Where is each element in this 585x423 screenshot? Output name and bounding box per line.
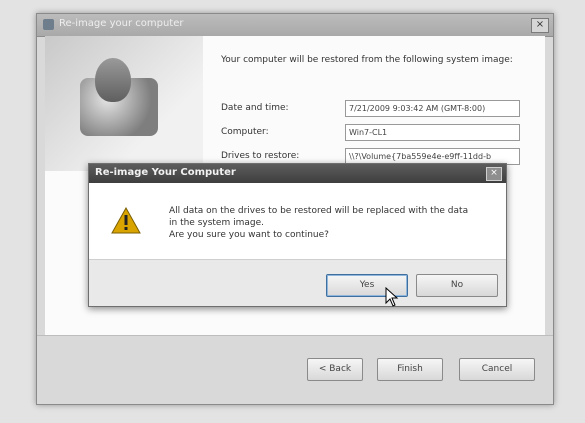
- mouse-pointer-icon: [385, 287, 399, 307]
- confirm-dialog-title: Re-image Your Computer: [95, 167, 236, 178]
- wizard-title-bar[interactable]: Re-image your computer ×: [37, 14, 553, 37]
- finish-button[interactable]: Finish: [377, 358, 443, 381]
- wizard-title: Re-image your computer: [59, 18, 184, 29]
- confirm-message-line: All data on the drives to be restored wi…: [169, 206, 469, 216]
- back-button[interactable]: < Back: [307, 358, 363, 381]
- confirm-message-line: Are you sure you want to continue?: [169, 230, 329, 240]
- confirm-dialog-footer: Yes No: [89, 259, 506, 306]
- confirm-dialog-title-bar[interactable]: Re-image Your Computer ×: [89, 164, 506, 183]
- cancel-button[interactable]: Cancel: [459, 358, 535, 381]
- dialog-close-button[interactable]: ×: [486, 167, 502, 181]
- window-app-icon: [43, 19, 54, 30]
- date-time-field: 7/21/2009 9:03:42 AM (GMT-8:00): [345, 100, 520, 117]
- no-button[interactable]: No: [416, 274, 498, 297]
- restore-art-icon: [45, 36, 203, 171]
- date-time-label: Date and time:: [221, 103, 289, 113]
- wizard-footer: < Back Finish Cancel: [37, 335, 553, 404]
- confirm-dialog: Re-image Your Computer × All data on the…: [88, 163, 507, 307]
- computer-field: Win7-CL1: [345, 124, 520, 141]
- restore-art-figure: [95, 58, 131, 102]
- warning-icon: [111, 207, 141, 234]
- confirm-message-line: in the system image.: [169, 218, 264, 228]
- confirm-message: All data on the drives to be restored wi…: [169, 205, 489, 241]
- wizard-close-button[interactable]: ×: [531, 18, 549, 33]
- restore-intro-text: Your computer will be restored from the …: [221, 55, 513, 65]
- drives-to-restore-label: Drives to restore:: [221, 151, 300, 161]
- computer-label: Computer:: [221, 127, 269, 137]
- confirm-dialog-body: All data on the drives to be restored wi…: [89, 183, 506, 259]
